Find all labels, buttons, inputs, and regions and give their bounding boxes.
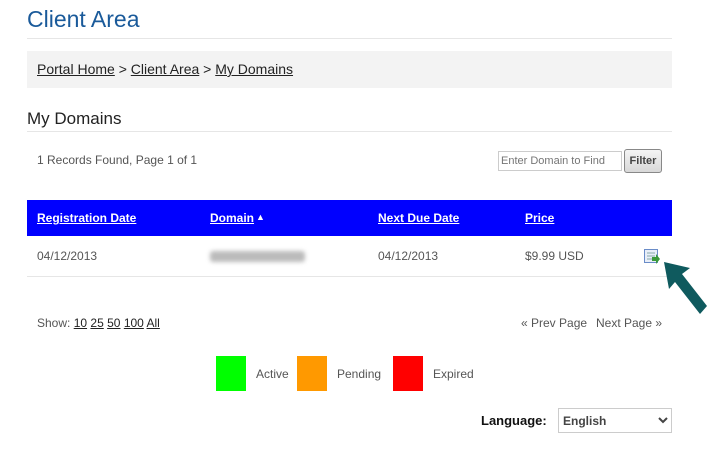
breadcrumb-client-area[interactable]: Client Area xyxy=(131,61,199,77)
page-size-100[interactable]: 100 xyxy=(124,316,144,330)
page-size-10[interactable]: 10 xyxy=(74,316,87,330)
col-domain-label: Domain xyxy=(210,211,255,225)
cell-registration-date: 04/12/2013 xyxy=(37,249,98,263)
language-select[interactable]: English xyxy=(558,408,672,433)
page-size-50[interactable]: 50 xyxy=(107,316,120,330)
records-count: 1 Records Found, Page 1 of 1 xyxy=(37,153,198,167)
cell-next-due-date: 04/12/2013 xyxy=(378,249,439,263)
domain-search-input[interactable] xyxy=(498,151,622,171)
manage-domain-icon[interactable] xyxy=(644,249,661,264)
prev-page-link[interactable]: « Prev Page xyxy=(521,316,587,330)
section-title: My Domains xyxy=(27,109,122,128)
col-next-due-date[interactable]: Next Due Date xyxy=(378,211,459,225)
legend-pending-swatch xyxy=(297,356,327,391)
sort-asc-icon: ▲ xyxy=(256,212,265,222)
page-title: Client Area xyxy=(27,6,140,32)
breadcrumb-portal-home[interactable]: Portal Home xyxy=(37,61,115,77)
legend-expired-swatch xyxy=(393,356,423,391)
legend-active-swatch xyxy=(216,356,246,391)
divider xyxy=(27,38,672,39)
pointer-arrow-icon xyxy=(664,262,707,314)
col-registration-date[interactable]: Registration Date xyxy=(37,211,136,225)
legend-expired-label: Expired xyxy=(433,367,474,381)
col-price[interactable]: Price xyxy=(525,211,554,225)
breadcrumb-my-domains[interactable]: My Domains xyxy=(215,61,293,77)
language-label: Language: xyxy=(481,413,547,428)
next-page-link[interactable]: Next Page » xyxy=(596,316,662,330)
page-size-25[interactable]: 25 xyxy=(90,316,103,330)
filter-button[interactable]: Filter xyxy=(624,149,662,173)
divider xyxy=(27,131,672,132)
show-label: Show: xyxy=(37,316,71,330)
page-size-all[interactable]: All xyxy=(147,316,160,330)
col-domain[interactable]: Domain xyxy=(210,211,254,225)
cell-domain-redacted xyxy=(210,251,305,262)
legend-active-label: Active xyxy=(256,367,289,381)
breadcrumb: Portal Home > Client Area > My Domains xyxy=(27,51,672,88)
cell-price: $9.99 USD xyxy=(525,249,584,263)
breadcrumb-sep: > xyxy=(203,61,212,77)
divider xyxy=(27,276,672,277)
breadcrumb-sep: > xyxy=(118,61,127,77)
legend-pending-label: Pending xyxy=(337,367,382,381)
page-size-selector: Show: 10 25 50 100 All xyxy=(37,316,160,330)
table-header: Registration Date Domain ▲ Next Due Date… xyxy=(27,200,672,236)
